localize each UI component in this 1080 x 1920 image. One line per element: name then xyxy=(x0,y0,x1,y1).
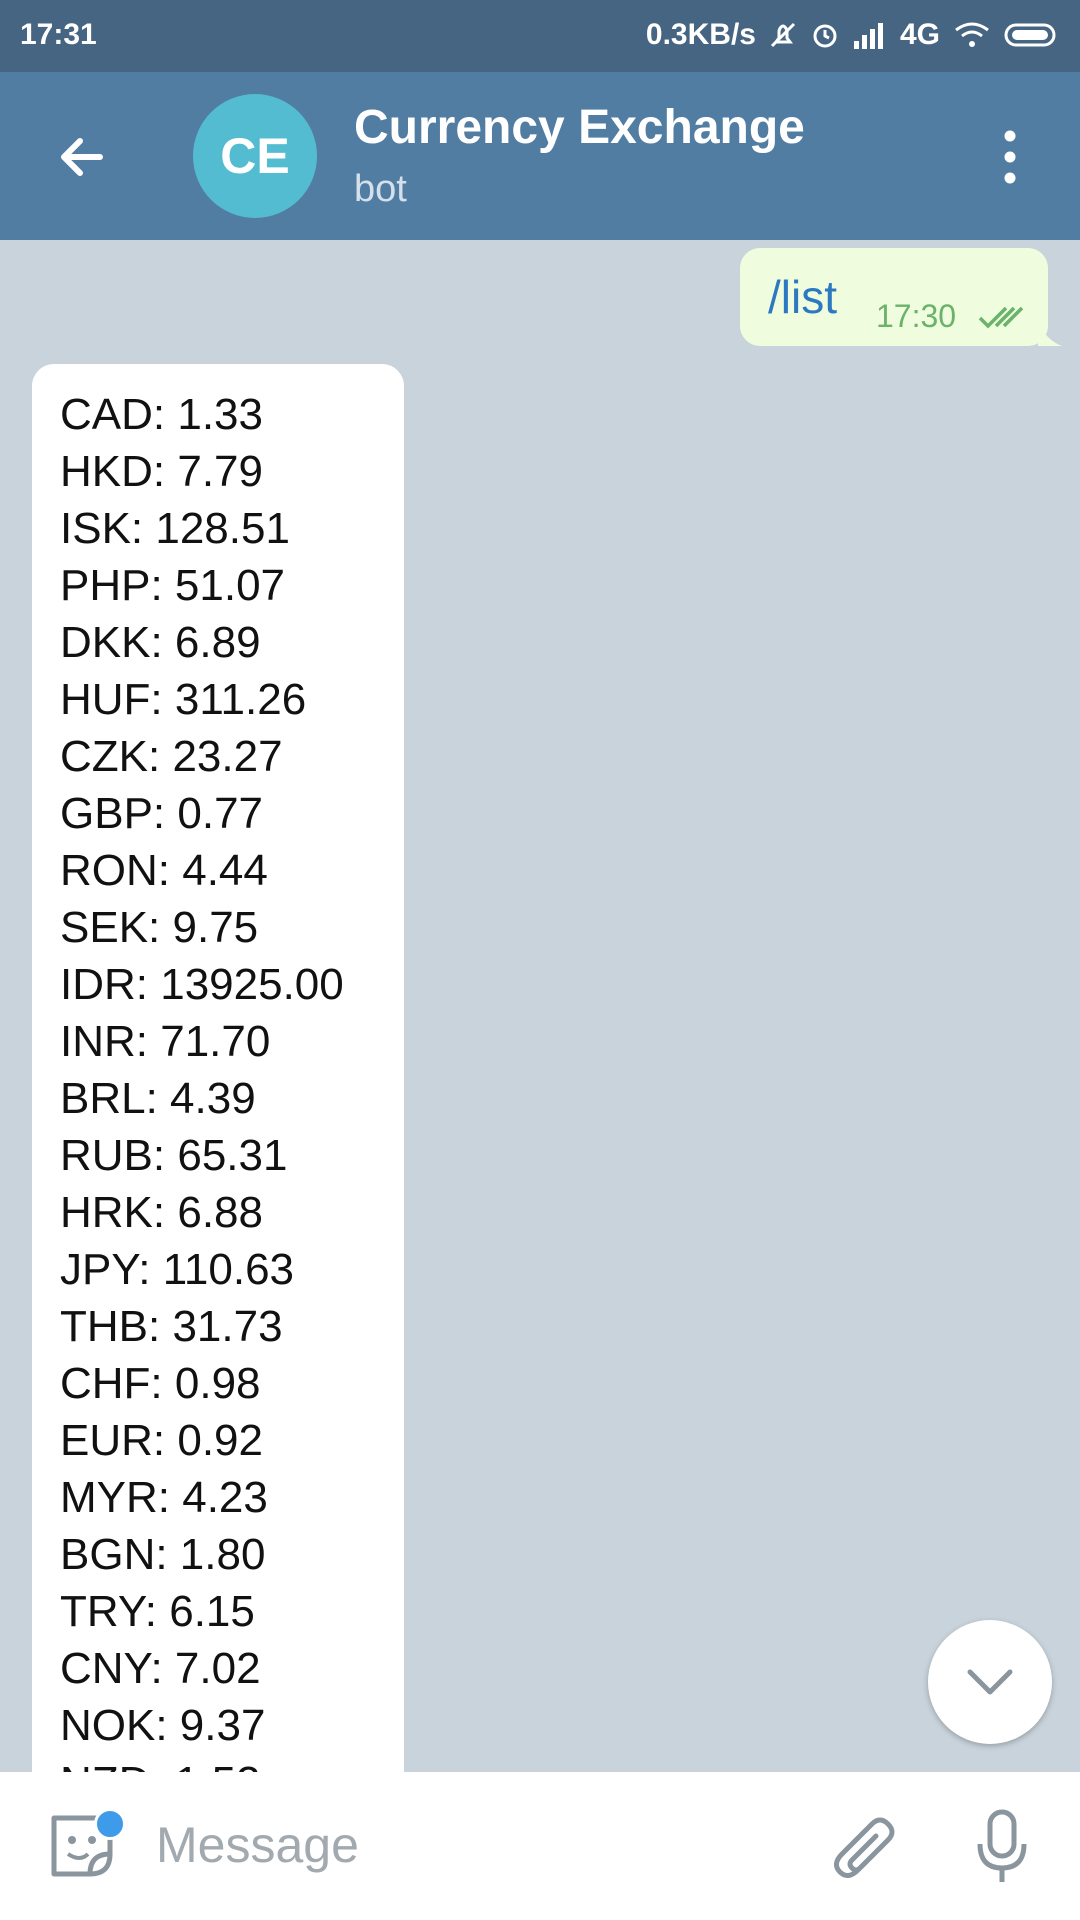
bubble-tail xyxy=(1038,322,1062,346)
rate-line: SEK: 9.75 xyxy=(60,903,259,952)
rate-line: MYR: 4.23 xyxy=(60,1473,268,1522)
rate-line: HRK: 6.88 xyxy=(60,1188,263,1237)
status-icons: 0.3KB/s 4G xyxy=(646,18,1060,52)
incoming-message[interactable]: CAD: 1.33 HKD: 7.79 ISK: 128.51 PHP: 51.… xyxy=(32,364,404,1772)
scroll-down-button[interactable] xyxy=(928,1620,1052,1744)
message-composer: Message xyxy=(0,1772,1080,1920)
chat-header: CE Currency Exchange bot xyxy=(0,72,1080,240)
rate-line: NOK: 9.37 xyxy=(60,1701,266,1750)
rate-line: HUF: 311.26 xyxy=(60,675,307,724)
rate-line: DKK: 6.89 xyxy=(60,618,261,667)
rate-line: EUR: 0.92 xyxy=(60,1416,263,1465)
rate-line: PHP: 51.07 xyxy=(60,561,286,610)
rate-line: THB: 31.73 xyxy=(60,1302,283,1351)
outgoing-message-time: 17:30 xyxy=(876,298,957,334)
avatar[interactable]: CE xyxy=(193,94,317,218)
wifi-icon xyxy=(955,22,989,47)
outgoing-message-text[interactable]: /list xyxy=(768,270,837,324)
rate-line: CZK: 23.27 xyxy=(60,732,283,781)
rate-line: BGN: 1.80 xyxy=(60,1530,266,1579)
rate-line: NZD: 1.52 xyxy=(60,1754,344,1772)
alarm-icon xyxy=(813,24,837,48)
double-check-icon xyxy=(978,306,1024,329)
rate-line: CNY: 7.02 xyxy=(60,1644,261,1693)
mic-icon[interactable] xyxy=(972,1808,1032,1888)
rate-line: JPY: 110.63 xyxy=(60,1245,295,1294)
rates-list: CAD: 1.33 HKD: 7.79 ISK: 128.51 PHP: 51.… xyxy=(60,386,344,1772)
status-bar: 17:31 0.3KB/s 4G xyxy=(0,0,1080,72)
chat-area[interactable]: /list 17:30 CAD: 1.33 HKD: 7.79 ISK: 128… xyxy=(0,240,1080,1772)
attach-icon[interactable] xyxy=(830,1812,900,1888)
rate-line: RON: 4.44 xyxy=(60,846,268,895)
rate-line: HKD: 7.79 xyxy=(60,447,263,496)
rate-line: BRL: 4.39 xyxy=(60,1074,256,1123)
rate-line: CAD: 1.33 xyxy=(60,390,263,439)
rate-line: TRY: 6.15 xyxy=(60,1587,255,1636)
rate-line: CHF: 0.98 xyxy=(60,1359,261,1408)
rate-line: ISK: 128.51 xyxy=(60,504,290,553)
rate-line: IDR: 13925.00 xyxy=(60,960,344,1009)
rate-line: GBP: 0.77 xyxy=(60,789,264,838)
battery-icon xyxy=(1004,23,1056,47)
net-speed: 0.3KB/s xyxy=(645,18,756,51)
chevron-down-icon xyxy=(967,1669,1013,1695)
back-arrow-icon[interactable] xyxy=(50,122,120,192)
message-input[interactable]: Message xyxy=(156,1816,359,1874)
rate-line: RUB: 65.31 xyxy=(60,1131,288,1180)
mute-icon xyxy=(770,22,796,48)
network-type: 4G xyxy=(899,18,940,51)
unread-dot xyxy=(94,1808,126,1840)
chat-subtitle: bot xyxy=(354,168,407,210)
status-time: 17:31 xyxy=(20,18,97,51)
signal-icon xyxy=(853,23,883,49)
more-vert-icon[interactable] xyxy=(985,122,1035,192)
rate-line: INR: 71.70 xyxy=(60,1017,271,1066)
outgoing-message[interactable]: /list 17:30 xyxy=(740,248,1062,346)
chat-title[interactable]: Currency Exchange xyxy=(354,100,805,155)
